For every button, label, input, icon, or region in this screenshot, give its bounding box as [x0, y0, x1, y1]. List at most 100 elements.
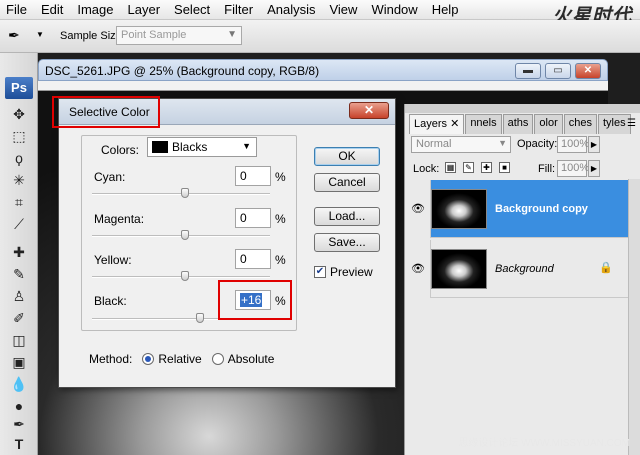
- sample-size-value: Point Sample: [121, 29, 187, 41]
- cyan-slider-thumb[interactable]: [181, 188, 189, 198]
- document-title: DSC_5261.JPG @ 25% (Background copy, RGB…: [45, 64, 320, 78]
- layers-panel: Layers ✕ nnels aths olor ches tyles ☰ No…: [404, 104, 640, 455]
- opacity-input[interactable]: 100%: [557, 136, 589, 153]
- preview-checkbox[interactable]: ✔: [314, 266, 326, 278]
- layer-thumbnail: [431, 189, 487, 229]
- lock-pixels-icon[interactable]: ✎: [463, 162, 474, 173]
- cyan-slider[interactable]: [92, 188, 270, 198]
- eyedropper-tool-icon[interactable]: ✒: [8, 27, 20, 44]
- menubar: File Edit Image Layer Select Filter Anal…: [0, 0, 640, 20]
- options-bar: ✒ ▼ Sample Size: Point Sample ▼: [0, 20, 640, 53]
- history-brush-tool-icon[interactable]: ✐: [9, 309, 29, 327]
- chevron-down-icon: ▼: [227, 29, 237, 40]
- yellow-slider[interactable]: [92, 271, 270, 281]
- tab-paths[interactable]: aths: [502, 114, 534, 134]
- colors-label: Colors:: [101, 143, 140, 157]
- selective-color-dialog: Selective Color ✕ Colors: Blacks ▼ Cyan:…: [58, 98, 396, 388]
- document-titlebar[interactable]: DSC_5261.JPG @ 25% (Background copy, RGB…: [38, 59, 608, 81]
- marquee-tool-icon[interactable]: ⬚: [9, 127, 29, 145]
- relative-radio[interactable]: [142, 353, 155, 365]
- black-slider-thumb[interactable]: [196, 313, 204, 323]
- relative-label: Relative: [158, 352, 202, 366]
- magenta-slider[interactable]: [92, 230, 270, 240]
- panel-menu-icon[interactable]: ☰: [627, 118, 636, 129]
- layer-thumbnail: [431, 249, 487, 289]
- layer-name[interactable]: Background copy: [495, 203, 588, 215]
- minimize-icon[interactable]: ▬: [515, 63, 541, 79]
- yellow-slider-thumb[interactable]: [181, 271, 189, 281]
- move-tool-icon[interactable]: ✥: [9, 105, 29, 123]
- menu-analysis[interactable]: Analysis: [267, 2, 315, 17]
- cancel-button[interactable]: Cancel: [314, 173, 380, 192]
- absolute-radio[interactable]: [211, 353, 224, 365]
- yellow-label: Yellow:: [94, 253, 132, 267]
- tab-color[interactable]: olor: [534, 114, 563, 134]
- magenta-pct: %: [275, 212, 286, 226]
- fill-arrow-icon[interactable]: ▶: [588, 160, 600, 177]
- magic-wand-tool-icon[interactable]: ✳: [9, 171, 29, 189]
- crop-tool-icon[interactable]: ⌗: [9, 193, 29, 211]
- load-button[interactable]: Load...: [314, 207, 380, 226]
- menu-image[interactable]: Image: [77, 2, 113, 17]
- slice-tool-icon[interactable]: ⟋: [9, 215, 29, 233]
- ps-logo: Ps: [5, 77, 33, 99]
- layers-scrollbar[interactable]: [628, 179, 640, 455]
- save-button[interactable]: Save...: [314, 233, 380, 252]
- menu-file[interactable]: File: [6, 2, 27, 17]
- blend-mode-select[interactable]: Normal ▼: [411, 136, 511, 153]
- colors-select[interactable]: Blacks ▼: [147, 137, 257, 157]
- close-icon[interactable]: ✕: [575, 63, 601, 79]
- cyan-input[interactable]: 0: [235, 166, 271, 186]
- yellow-pct: %: [275, 253, 286, 267]
- visibility-cell[interactable]: 👁: [405, 180, 431, 238]
- eye-icon[interactable]: 👁: [411, 202, 425, 215]
- type-tool-icon[interactable]: T: [9, 435, 29, 453]
- tab-layers[interactable]: Layers ✕: [409, 114, 465, 134]
- dodge-tool-icon[interactable]: ●: [9, 397, 29, 415]
- yellow-input[interactable]: 0: [235, 249, 271, 269]
- panel-grip[interactable]: [405, 104, 640, 113]
- layer-row-background-copy[interactable]: 👁 Background copy: [405, 180, 640, 238]
- pen-tool-icon[interactable]: ✒: [9, 415, 29, 433]
- menu-view[interactable]: View: [329, 2, 357, 17]
- ok-button[interactable]: OK: [314, 147, 380, 166]
- layer-name[interactable]: Background: [495, 263, 554, 275]
- sample-size-select[interactable]: Point Sample ▼: [116, 26, 242, 45]
- menu-select[interactable]: Select: [174, 2, 210, 17]
- opacity-arrow-icon[interactable]: ▶: [588, 136, 600, 153]
- preview-label: Preview: [330, 265, 373, 279]
- lasso-tool-icon[interactable]: ϙ: [9, 149, 29, 167]
- visibility-cell[interactable]: 👁: [405, 240, 431, 298]
- menu-window[interactable]: Window: [371, 2, 417, 17]
- tab-swatches[interactable]: ches: [563, 114, 597, 134]
- opacity-label: Opacity:: [517, 138, 558, 150]
- lock-label: Lock:: [413, 163, 440, 175]
- menu-filter[interactable]: Filter: [224, 2, 253, 17]
- lock-position-icon[interactable]: ✚: [481, 162, 492, 173]
- tab-channels[interactable]: nnels: [465, 114, 502, 134]
- gradient-tool-icon[interactable]: ▣: [9, 353, 29, 371]
- lock-transparent-icon[interactable]: ▦: [445, 162, 456, 173]
- close-icon[interactable]: ✕: [450, 118, 459, 130]
- menu-help[interactable]: Help: [432, 2, 459, 17]
- dialog-close-icon[interactable]: ✕: [349, 102, 389, 119]
- fill-input[interactable]: 100%: [557, 160, 589, 177]
- tab-styles[interactable]: tyles: [598, 114, 631, 134]
- tab-layers-label: Layers: [414, 118, 448, 130]
- eye-icon[interactable]: 👁: [411, 262, 425, 275]
- lock-all-icon[interactable]: ■: [499, 162, 510, 173]
- clone-stamp-tool-icon[interactable]: ♙: [9, 287, 29, 305]
- blur-tool-icon[interactable]: 💧: [9, 375, 29, 393]
- healing-brush-tool-icon[interactable]: ✚: [9, 243, 29, 261]
- black-label: Black:: [94, 294, 127, 308]
- magenta-input[interactable]: 0: [235, 208, 271, 228]
- maximize-icon[interactable]: ▭: [545, 63, 571, 79]
- menu-edit[interactable]: Edit: [41, 2, 63, 17]
- brush-tool-icon[interactable]: ✎: [9, 265, 29, 283]
- eraser-tool-icon[interactable]: ◫: [9, 331, 29, 349]
- menu-layer[interactable]: Layer: [128, 2, 161, 17]
- layer-row-background[interactable]: 👁 Background 🔒: [405, 240, 640, 298]
- tool-preset-chevron-down-icon[interactable]: ▼: [36, 30, 44, 39]
- magenta-slider-thumb[interactable]: [181, 230, 189, 240]
- panel-tabs: Layers ✕ nnels aths olor ches tyles: [409, 114, 632, 134]
